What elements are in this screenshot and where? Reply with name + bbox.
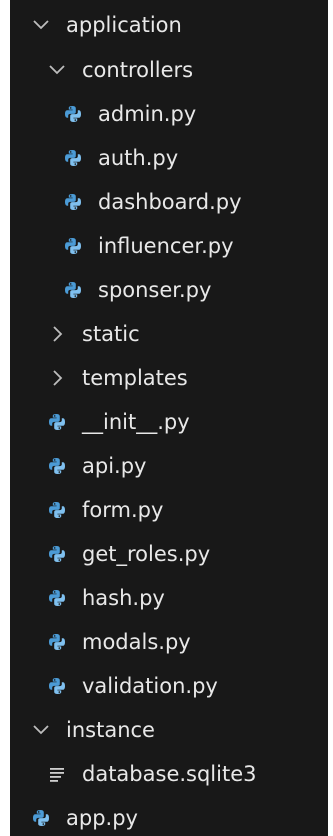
folder-controllers[interactable]: controllers <box>10 48 328 92</box>
python-icon <box>44 497 70 523</box>
file-explorer: application controllers admin.py auth.py… <box>10 0 328 836</box>
file-label: get_roles.py <box>82 542 211 566</box>
file-app-py[interactable]: app.py <box>10 796 328 836</box>
file-label: app.py <box>66 806 138 830</box>
file-label: hash.py <box>82 586 165 610</box>
file-api-py[interactable]: api.py <box>10 444 328 488</box>
chevron-right-icon <box>44 321 70 347</box>
file-label: database.sqlite3 <box>82 762 257 786</box>
chevron-down-icon <box>44 57 70 83</box>
file-database-sqlite3[interactable]: database.sqlite3 <box>10 752 328 796</box>
python-icon <box>44 409 70 435</box>
file-label: validation.py <box>82 674 218 698</box>
python-icon <box>44 673 70 699</box>
file-label: dashboard.py <box>98 190 242 214</box>
file-label: modals.py <box>82 630 191 654</box>
file-label: form.py <box>82 498 164 522</box>
folder-templates-label: templates <box>82 366 188 390</box>
python-icon <box>44 453 70 479</box>
folder-static-label: static <box>82 322 140 346</box>
file-label: api.py <box>82 454 147 478</box>
chevron-right-icon <box>44 365 70 391</box>
file-admin-py[interactable]: admin.py <box>10 92 328 136</box>
python-icon <box>44 541 70 567</box>
file-label: admin.py <box>98 102 197 126</box>
folder-static[interactable]: static <box>10 312 328 356</box>
file-validation-py[interactable]: validation.py <box>10 664 328 708</box>
folder-instance[interactable]: instance <box>10 708 328 752</box>
file-auth-py[interactable]: auth.py <box>10 136 328 180</box>
folder-application[interactable]: application <box>10 3 328 47</box>
python-icon <box>60 145 86 171</box>
file-label: auth.py <box>98 146 179 170</box>
file-influencer-py[interactable]: influencer.py <box>10 224 328 268</box>
folder-controllers-label: controllers <box>82 58 194 82</box>
file-hash-py[interactable]: hash.py <box>10 576 328 620</box>
python-icon <box>28 805 54 831</box>
file-label: influencer.py <box>98 234 234 258</box>
python-icon <box>44 585 70 611</box>
file-dashboard-py[interactable]: dashboard.py <box>10 180 328 224</box>
folder-instance-label: instance <box>66 718 155 742</box>
python-icon <box>60 189 86 215</box>
file-init-py[interactable]: __init__.py <box>10 400 328 444</box>
python-icon <box>44 629 70 655</box>
python-icon <box>60 277 86 303</box>
folder-templates[interactable]: templates <box>10 356 328 400</box>
file-get-roles-py[interactable]: get_roles.py <box>10 532 328 576</box>
file-label: __init__.py <box>82 410 190 434</box>
file-modals-py[interactable]: modals.py <box>10 620 328 664</box>
chevron-down-icon <box>28 717 54 743</box>
python-icon <box>60 101 86 127</box>
folder-application-label: application <box>66 13 182 37</box>
file-form-py[interactable]: form.py <box>10 488 328 532</box>
python-icon <box>60 233 86 259</box>
file-sponser-py[interactable]: sponser.py <box>10 268 328 312</box>
file-label: sponser.py <box>98 278 212 302</box>
database-file-icon <box>44 761 70 787</box>
chevron-down-icon <box>28 12 54 38</box>
